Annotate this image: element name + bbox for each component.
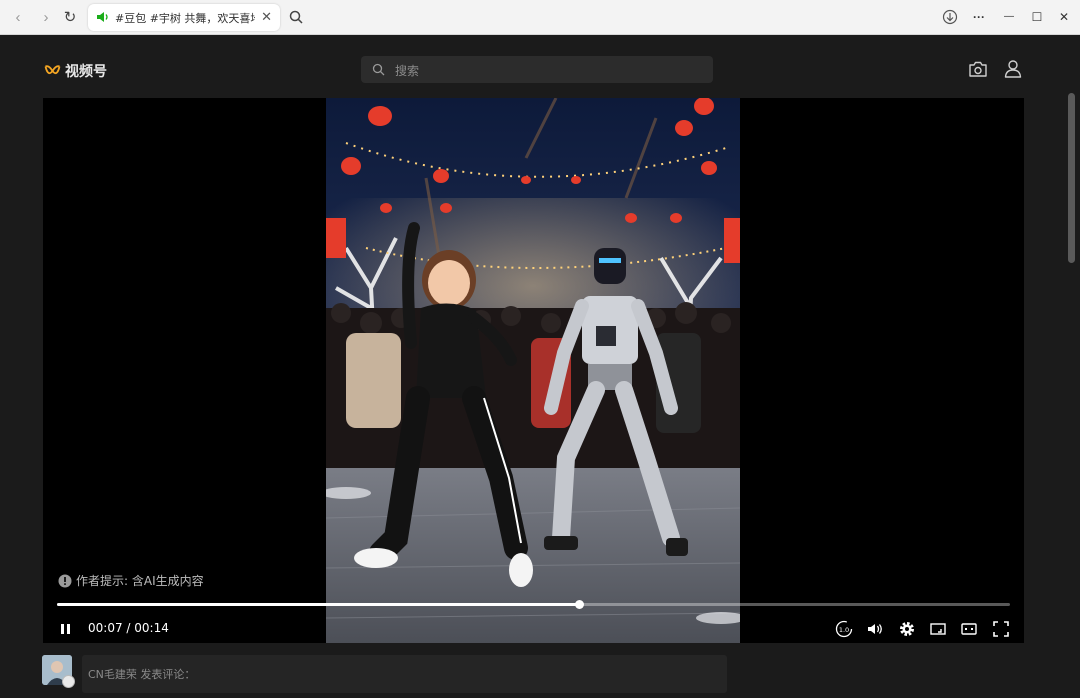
page-scrollbar[interactable] <box>1068 93 1075 263</box>
forward-icon[interactable]: › <box>36 8 56 28</box>
channels-logo[interactable]: 视频号 <box>44 62 107 80</box>
fullscreen-icon[interactable] <box>992 620 1010 638</box>
video-frame[interactable] <box>326 98 740 643</box>
settings-icon[interactable] <box>898 620 916 638</box>
browser-tab[interactable]: #豆包 #宇树 共舞，欢天喜地 ✕ <box>88 4 280 31</box>
pause-icon[interactable] <box>57 620 75 638</box>
ai-content-notice: 作者提示: 含AI生成内容 <box>58 572 204 589</box>
warning-icon <box>58 574 72 587</box>
minimize-icon[interactable]: — <box>1001 9 1017 25</box>
time-total: 00:14 <box>134 621 169 635</box>
speed-icon[interactable]: 1.0 <box>835 620 853 638</box>
close-icon[interactable]: ✕ <box>261 9 272 25</box>
user-icon[interactable] <box>1004 59 1022 78</box>
window-close-icon[interactable]: ✕ <box>1056 9 1072 25</box>
time-separator: / <box>122 621 135 635</box>
progress-fill <box>57 603 580 606</box>
channels-logo-icon <box>44 65 61 75</box>
more-icon[interactable]: ··· <box>971 9 987 25</box>
sound-icon[interactable] <box>96 10 110 24</box>
video-scene-image <box>326 98 740 643</box>
video-player[interactable]: 作者提示: 含AI生成内容 00:07 / 00:14 1.0 <box>43 98 1024 643</box>
comment-input[interactable] <box>82 655 727 693</box>
search-placeholder: 搜索 <box>395 64 420 78</box>
time-current: 00:07 <box>88 621 123 635</box>
ai-notice-text: 作者提示: 含AI生成内容 <box>76 574 204 588</box>
search-icon[interactable] <box>288 9 304 25</box>
search-icon <box>372 63 385 76</box>
browser-titlebar: ‹ › ↻ #豆包 #宇树 共舞，欢天喜地 ✕ ··· — ☐ ✕ <box>0 0 1080 35</box>
comment-bar <box>0 643 1080 698</box>
subtitle-icon[interactable] <box>960 620 978 638</box>
tab-title: #豆包 #宇树 共舞，欢天喜地 <box>115 12 255 25</box>
camera-icon[interactable] <box>968 61 988 78</box>
logo-text: 视频号 <box>65 64 107 80</box>
speed-label: 1.0 <box>839 626 849 634</box>
download-icon[interactable] <box>942 9 958 25</box>
cast-icon[interactable] <box>929 620 947 638</box>
channels-app: 视频号 搜索 作者提示: 含AI生成内容 00:07 / 00:14 1.0 C… <box>0 35 1080 698</box>
playback-time: 00:07 / 00:14 <box>88 621 169 635</box>
progress-bar[interactable] <box>57 600 1010 609</box>
volume-icon[interactable] <box>866 620 884 638</box>
maximize-icon[interactable]: ☐ <box>1029 9 1045 25</box>
reload-icon[interactable]: ↻ <box>60 8 80 28</box>
avatar-badge-icon <box>62 675 75 688</box>
back-icon[interactable]: ‹ <box>8 8 28 28</box>
search-field[interactable]: 搜索 <box>361 56 713 83</box>
